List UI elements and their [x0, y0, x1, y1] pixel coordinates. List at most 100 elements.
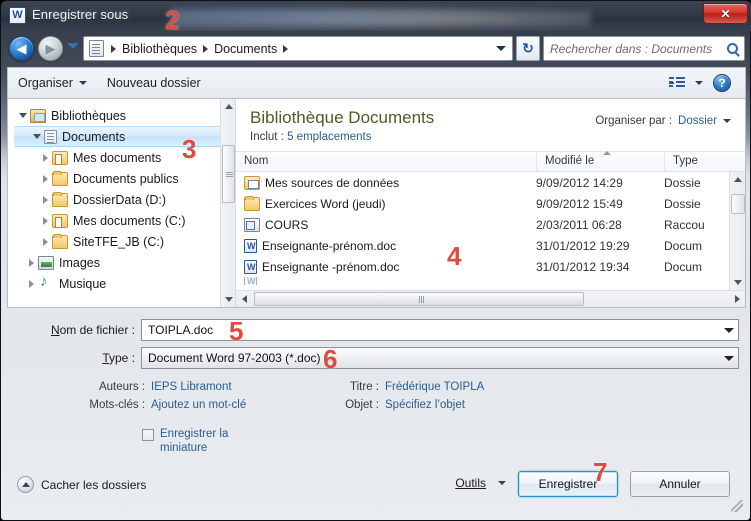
address-dropdown-chevron-down-icon[interactable]	[496, 46, 506, 51]
title-value[interactable]: Frédérique TOIPLA	[385, 381, 484, 393]
sidebar-item-musique[interactable]: Musique	[8, 273, 235, 294]
title-bar: W Enregistrer sous ✕	[1, 1, 751, 31]
table-row[interactable]: Enseignante-prénom.doc 31/01/2012 19:29 …	[236, 235, 745, 256]
change-view-icon[interactable]	[669, 76, 685, 90]
sidebar-scroll-up-button[interactable]	[221, 99, 235, 114]
hide-folders-button[interactable]: Cacher les dossiers	[17, 476, 146, 493]
resize-grip[interactable]	[731, 500, 743, 512]
word-doc-icon	[244, 277, 257, 285]
includes-label: Inclut :	[250, 131, 284, 143]
expander-icon[interactable]	[38, 216, 52, 225]
annotation-4: 4	[447, 241, 462, 271]
horizontal-scroll-thumb[interactable]	[254, 292, 584, 306]
table-row-partial[interactable]	[236, 277, 745, 285]
recent-locations-chevron-down-icon[interactable]	[67, 43, 79, 49]
sidebar-scroll-thumb[interactable]	[222, 145, 235, 203]
view-chevron-down-icon[interactable]	[695, 81, 703, 85]
table-row[interactable]: Mes sources de données 9/09/2012 14:29 D…	[236, 172, 745, 193]
cancel-button[interactable]: Annuler	[630, 471, 730, 497]
filename-label: Nom de fichier :	[50, 323, 135, 337]
organize-by-value[interactable]: Dossier	[678, 115, 717, 127]
sidebar-item-dossierdata[interactable]: DossierData (D:)	[8, 189, 235, 210]
subject-value[interactable]: Spécifiez l’objet	[385, 399, 465, 411]
thumbnail-checkbox-label[interactable]: Enregistrer la miniature	[160, 427, 250, 455]
sidebar-item-label: Musique	[59, 276, 107, 291]
column-header-type[interactable]: Type	[664, 152, 724, 171]
file-name-cell: Mes sources de données	[244, 175, 536, 190]
file-name: Exercices Word (jeudi)	[265, 196, 386, 211]
sidebar-item-documents[interactable]: Documents	[14, 126, 229, 147]
my-documents-folder-icon	[52, 150, 68, 165]
expander-icon[interactable]	[38, 237, 52, 246]
expander-icon[interactable]	[24, 279, 38, 288]
includes-value[interactable]: 5 emplacements	[287, 131, 371, 143]
help-icon[interactable]: ?	[713, 74, 731, 92]
authors-value[interactable]: IEPS Libramont	[151, 381, 232, 393]
search-input[interactable]: Rechercher dans : Documents	[550, 42, 723, 56]
new-folder-button[interactable]: Nouveau dossier	[97, 76, 211, 90]
chevron-down-icon	[498, 481, 506, 485]
expander-icon[interactable]	[38, 195, 52, 204]
pictures-library-icon	[38, 255, 54, 270]
sidebar-scroll-down-button[interactable]	[221, 292, 235, 307]
expander-icon[interactable]	[38, 153, 52, 162]
annotation-3: 3	[182, 134, 197, 164]
sidebar-scrollbar[interactable]	[220, 99, 235, 307]
sidebar-item-documents-publics[interactable]: Documents publics	[8, 168, 235, 189]
file-scroll-up-button[interactable]	[730, 172, 745, 187]
filetype-row: Type : Document Word 97-2003 (*.doc)	[7, 347, 746, 369]
organize-by-control[interactable]: Organiser par : Dossier	[595, 115, 731, 127]
sidebar-item-mes-documents-c[interactable]: Mes documents (C:)	[8, 210, 235, 231]
file-type-cell: Docum	[664, 259, 703, 274]
breadcrumb-item-1[interactable]: Documents	[212, 42, 279, 56]
chevron-down-icon	[723, 355, 734, 361]
sort-ascending-icon	[603, 151, 611, 155]
forward-button[interactable]: ▶	[38, 36, 63, 61]
tools-button[interactable]: Outils	[455, 476, 506, 490]
file-list-vertical-scrollbar[interactable]	[729, 172, 745, 290]
sidebar-item-bibliotheques[interactable]: Bibliothèques	[8, 105, 235, 126]
file-scroll-down-button[interactable]	[730, 275, 745, 290]
sidebar-item-label: Documents	[62, 129, 126, 144]
close-button[interactable]: ✕	[703, 3, 748, 24]
filename-dropdown-button[interactable]	[719, 320, 738, 340]
scroll-left-button[interactable]	[236, 291, 252, 307]
chevron-down-icon[interactable]	[723, 119, 731, 123]
filetype-select[interactable]: Document Word 97-2003 (*.doc)	[141, 347, 739, 369]
expander-icon[interactable]	[30, 134, 44, 139]
filetype-label: Type :	[102, 351, 135, 365]
sidebar-item-sitetfe-jb[interactable]: SiteTFE_JB (C:)	[8, 231, 235, 252]
refresh-button[interactable]: ↻	[516, 36, 540, 61]
title-label: Titre :	[350, 381, 379, 393]
column-header-modifie-le[interactable]: Modifié le	[536, 151, 664, 171]
sidebar-item-label: Mes documents	[73, 150, 162, 165]
file-scroll-thumb[interactable]	[731, 194, 745, 214]
chevron-down-icon	[78, 81, 87, 85]
thumbnail-checkbox[interactable]	[142, 429, 154, 441]
breadcrumb-item-0[interactable]: Bibliothèques	[120, 42, 199, 56]
documents-library-icon	[44, 129, 57, 144]
chevron-up-circle-icon	[17, 476, 34, 493]
file-name: Enseignante -prénom.doc	[262, 259, 400, 274]
table-row[interactable]: Enseignante -prénom.doc 31/01/2012 19:34…	[236, 256, 745, 277]
expander-icon[interactable]	[24, 258, 38, 267]
keywords-value[interactable]: Ajoutez un mot-clé	[151, 399, 246, 411]
scroll-right-button[interactable]	[729, 291, 745, 307]
file-name-cell: COURS	[244, 217, 536, 232]
new-folder-label: Nouveau dossier	[106, 76, 201, 90]
sidebar-item-mes-documents[interactable]: Mes documents	[8, 147, 235, 168]
table-row[interactable]: COURS 2/03/2011 06:28 Raccou	[236, 214, 745, 235]
table-row[interactable]: Exercices Word (jeudi) 9/09/2012 15:49 D…	[236, 193, 745, 214]
expander-icon[interactable]	[38, 174, 52, 183]
thumbnail-checkbox-row[interactable]: Enregistrer la miniature	[142, 427, 250, 455]
expander-icon[interactable]	[16, 113, 30, 118]
filetype-dropdown-button[interactable]	[719, 348, 738, 368]
sidebar-item-images[interactable]: Images	[8, 252, 235, 273]
search-box[interactable]: Rechercher dans : Documents	[543, 36, 745, 61]
back-button[interactable]: ◀	[9, 36, 34, 61]
organize-button[interactable]: Organiser	[8, 76, 97, 90]
file-list-horizontal-scrollbar[interactable]	[236, 290, 745, 307]
hide-folders-label: Cacher les dossiers	[41, 477, 147, 492]
breadcrumb-bar[interactable]: Bibliothèques Documents	[83, 36, 513, 61]
column-header-nom[interactable]: Nom	[236, 152, 536, 171]
